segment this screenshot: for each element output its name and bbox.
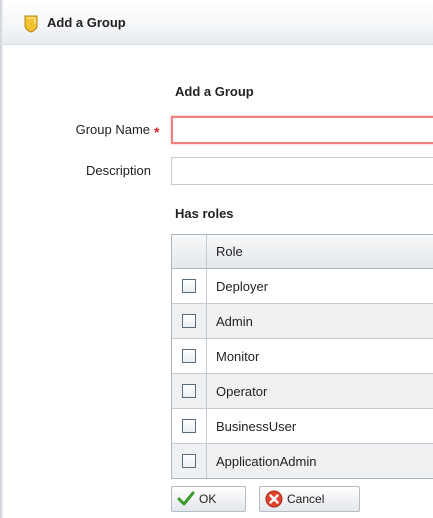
role-checkbox-operator[interactable]	[182, 384, 196, 398]
role-checkbox-monitor[interactable]	[182, 349, 196, 363]
cancel-button-label: Cancel	[287, 492, 325, 506]
role-label: Monitor	[216, 348, 260, 364]
role-checkbox-deployer[interactable]	[182, 279, 196, 293]
checkmark-icon	[177, 490, 195, 508]
cancel-x-icon	[265, 490, 283, 508]
role-checkbox-businessuser[interactable]	[182, 419, 196, 433]
table-row: Operator	[172, 374, 433, 409]
table-row: BusinessUser	[172, 409, 433, 444]
ok-button-label: OK	[199, 492, 217, 506]
form-section-title: Add a Group	[175, 84, 254, 99]
table-row: ApplicationAdmin	[172, 444, 433, 478]
group-name-input[interactable]	[171, 116, 433, 144]
panel-header: Add a Group	[3, 0, 433, 45]
panel-title: Add a Group	[47, 15, 126, 30]
role-label: ApplicationAdmin	[216, 453, 317, 469]
role-label: Deployer	[216, 278, 269, 294]
roles-table: Role Deployer Admin Monitor Operator Bus…	[171, 234, 433, 479]
roles-table-header: Role	[172, 235, 433, 269]
role-column-header[interactable]: Role	[207, 235, 433, 268]
group-name-label: Group Name	[75, 122, 150, 137]
table-row: Deployer	[172, 269, 433, 304]
add-group-dialog: Add a Group Add a Group Group Name * Des…	[0, 0, 433, 518]
table-row: Admin	[172, 304, 433, 339]
role-label: Operator	[216, 383, 268, 399]
role-label: BusinessUser	[216, 418, 297, 434]
role-checkbox-admin[interactable]	[182, 314, 196, 328]
group-badge-icon	[23, 15, 39, 33]
select-column-header	[172, 235, 207, 268]
roles-section-title: Has roles	[175, 206, 234, 221]
left-edge-shadow	[0, 0, 3, 518]
description-label: Description	[85, 163, 151, 178]
description-input[interactable]	[171, 157, 433, 185]
table-row: Monitor	[172, 339, 433, 374]
role-checkbox-applicationadmin[interactable]	[182, 454, 196, 468]
required-indicator: *	[154, 124, 160, 140]
cancel-button[interactable]: Cancel	[259, 486, 360, 512]
ok-button[interactable]: OK	[171, 486, 246, 512]
role-label: Admin	[216, 313, 253, 329]
